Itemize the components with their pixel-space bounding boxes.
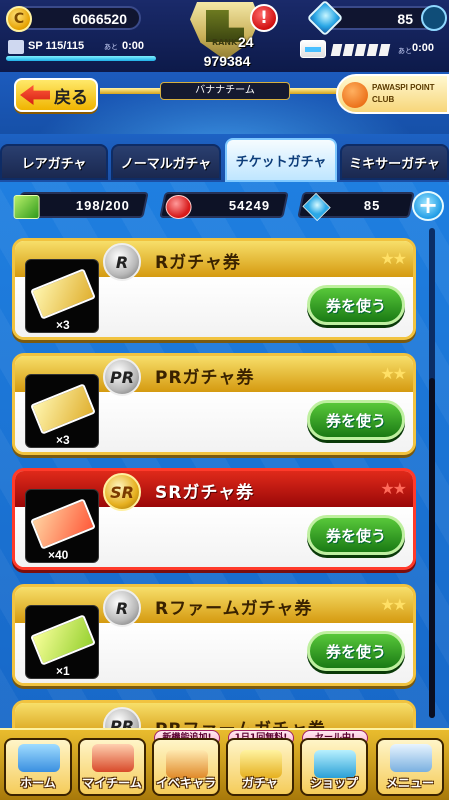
nav-my-team[interactable]: マイチーム bbox=[78, 738, 146, 796]
stars-decoration-icon: ★★ bbox=[380, 595, 407, 614]
ticket-title: PRガチャ券 bbox=[155, 368, 255, 388]
red-ball-value: 54249 bbox=[228, 198, 270, 213]
gem-plus-icon[interactable] bbox=[421, 5, 447, 31]
ticket-card-pr: PR PRガチャ券 ★★ ×3 券を使う bbox=[12, 353, 416, 455]
rarity-badge-icon: SR bbox=[103, 473, 141, 511]
my-team-icon bbox=[92, 744, 134, 772]
coin-icon: C bbox=[6, 6, 32, 32]
sp-bar-fill bbox=[6, 56, 156, 61]
tab-mixer-gacha[interactable]: ミキサーガチャ bbox=[340, 144, 449, 180]
nav-home[interactable]: ホーム bbox=[4, 738, 72, 796]
ticket-quantity: ×40 bbox=[48, 548, 69, 562]
ticket-remaining-label: あと bbox=[398, 47, 412, 55]
stars-decoration-icon: ★★ bbox=[380, 364, 407, 383]
ticket-quantity: ×1 bbox=[56, 664, 70, 678]
back-button-label: 戻る bbox=[54, 87, 88, 108]
use-ticket-button[interactable]: 券を使う bbox=[307, 515, 405, 555]
cube-counter: 198/200 bbox=[13, 192, 149, 219]
ticket-thumbnail: ×40 bbox=[25, 489, 99, 563]
tab-rare-gacha[interactable]: レアガチャ bbox=[0, 144, 108, 180]
ticket-image-icon bbox=[30, 383, 96, 435]
nav-gacha[interactable]: ガチャ bbox=[226, 738, 294, 796]
cube-icon bbox=[13, 195, 40, 219]
ticket-card-r: R Rガチャ券 ★★ ×3 券を使う bbox=[12, 238, 416, 340]
sp-remaining-label: あと bbox=[104, 43, 118, 51]
red-ball-icon bbox=[165, 195, 192, 219]
gem-counter-secondary: 85 bbox=[297, 192, 415, 222]
resource-counters: 198/200 54249 85 bbox=[0, 192, 449, 222]
nav-menu[interactable]: メニュー bbox=[376, 738, 444, 796]
status-bar: C 6066520 SP 115/115 あと 0:00 RANK 24 979… bbox=[0, 0, 449, 72]
gem-value: 85 bbox=[397, 11, 413, 27]
tab-normal-gacha[interactable]: ノーマルガチャ bbox=[111, 144, 221, 180]
ticket-energy-meter: あと 0:00 bbox=[300, 40, 445, 66]
sp-meter: SP 115/115 あと 0:00 bbox=[6, 40, 156, 66]
nav-gacha-label: ガチャ bbox=[242, 776, 278, 790]
coin-value: 6066520 bbox=[72, 11, 127, 27]
ticket-image-icon bbox=[30, 268, 96, 320]
ticket-quantity: ×3 bbox=[56, 318, 70, 332]
sp-time: 0:00 bbox=[122, 40, 145, 52]
ticket-title: SRガチャ券 bbox=[155, 483, 255, 503]
tab-ticket-gacha[interactable]: チケットガチャ bbox=[225, 138, 337, 182]
gem-icon-secondary bbox=[302, 192, 331, 222]
ticket-quantity: ×3 bbox=[56, 433, 70, 447]
use-ticket-button[interactable]: 券を使う bbox=[307, 400, 405, 440]
ticket-card-sr: SR SRガチャ券 ★★ ×40 券を使う bbox=[12, 468, 416, 570]
ticket-title: Rファームガチャ券 bbox=[155, 599, 313, 619]
nav-my-team-label: マイチーム bbox=[82, 776, 142, 790]
ticket-card-r-farm: R Rファームガチャ券 ★★ ×1 券を使う bbox=[12, 584, 416, 686]
red-ball-counter: 54249 bbox=[159, 192, 289, 219]
nav-event-characters[interactable]: イベキャラ bbox=[152, 738, 220, 796]
rarity-badge-icon: R bbox=[103, 243, 141, 281]
gem-icon bbox=[306, 0, 344, 37]
back-button[interactable]: 戻る bbox=[14, 78, 98, 112]
stars-decoration-icon: ★★ bbox=[380, 249, 407, 268]
gem-counter[interactable]: 85 bbox=[306, 0, 447, 37]
ticket-energy-segments bbox=[330, 44, 391, 56]
nav-shop-label: ショップ bbox=[309, 776, 358, 790]
rarity-badge-icon: PR bbox=[103, 358, 141, 396]
ticket-image-icon bbox=[30, 614, 96, 666]
sp-bar bbox=[6, 56, 156, 61]
home-icon bbox=[18, 744, 60, 772]
ticket-thumbnail: ×3 bbox=[25, 374, 99, 448]
nav-home-label: ホーム bbox=[20, 776, 56, 790]
use-ticket-button[interactable]: 券を使う bbox=[307, 285, 405, 325]
coin-counter[interactable]: C 6066520 bbox=[6, 6, 141, 32]
scrollbar[interactable] bbox=[429, 228, 435, 718]
pawaspi-point-club-button[interactable]: PAWASPI POINT CLUB bbox=[336, 74, 449, 114]
pawaspi-icon bbox=[342, 82, 368, 108]
sp-label: SP 115/115 bbox=[28, 40, 85, 52]
scrollbar-thumb[interactable] bbox=[429, 378, 435, 718]
ticket-title: Rガチャ券 bbox=[155, 253, 241, 273]
nav-menu-label: メニュー bbox=[385, 776, 434, 790]
rarity-badge-icon: R bbox=[103, 589, 141, 627]
nav-event-characters-label: イベキャラ bbox=[155, 776, 216, 790]
ticket-thumbnail: ×3 bbox=[25, 259, 99, 333]
rank-level: 24 bbox=[238, 34, 254, 50]
rank-label: RANK bbox=[212, 38, 238, 47]
nav-shop[interactable]: ショップ bbox=[300, 738, 368, 796]
ticket-image-icon bbox=[30, 498, 96, 550]
use-ticket-button[interactable]: 券を使う bbox=[307, 631, 405, 671]
sp-ticket-icon bbox=[8, 40, 24, 54]
team-name: バナナチーム bbox=[160, 82, 290, 100]
stars-decoration-icon: ★★ bbox=[380, 479, 407, 498]
ticket-thumbnail: ×1 bbox=[25, 605, 99, 679]
add-gems-button[interactable]: + bbox=[412, 191, 444, 221]
cube-value: 198/200 bbox=[75, 198, 130, 213]
ticket-icon bbox=[300, 40, 326, 58]
back-arrow-icon bbox=[20, 85, 50, 105]
rank-score: 979384 bbox=[203, 53, 251, 69]
ticket-time: 0:00 bbox=[412, 42, 435, 54]
menu-icon bbox=[390, 744, 432, 772]
gem-value-secondary: 85 bbox=[363, 198, 380, 213]
alert-icon[interactable]: ! bbox=[250, 4, 278, 32]
pawaspi-label: PAWASPI POINT CLUB bbox=[372, 83, 435, 104]
